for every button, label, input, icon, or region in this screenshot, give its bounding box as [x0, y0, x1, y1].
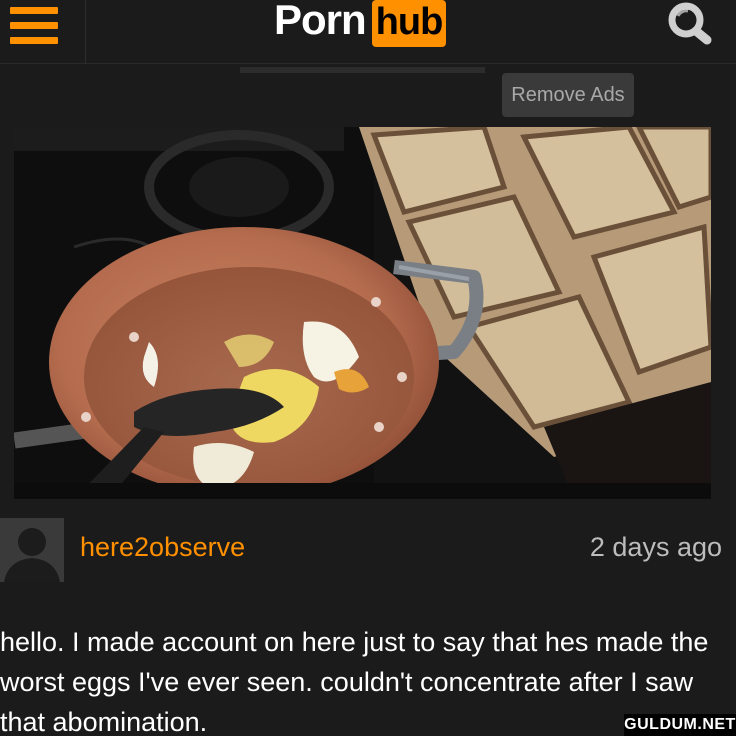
comment-body: hello. I made account on here just to sa…	[0, 627, 709, 736]
default-user-avatar-icon	[0, 518, 64, 582]
video-player[interactable]	[14, 127, 711, 499]
logo-badge: hub	[371, 0, 447, 47]
ad-strip-handle	[240, 67, 485, 73]
logo-word: Porn	[274, 0, 367, 43]
site-logo[interactable]: Porn hub	[274, 0, 447, 50]
video-thumbnail-image	[14, 127, 711, 499]
top-navigation-bar: Porn hub	[0, 0, 736, 64]
search-icon	[668, 2, 712, 45]
menu-button[interactable]	[0, 0, 86, 64]
remove-ads-button[interactable]: Remove Ads	[502, 73, 634, 117]
user-avatar[interactable]	[0, 518, 64, 582]
comment-username[interactable]: here2observe	[80, 530, 245, 564]
search-button[interactable]	[662, 0, 736, 64]
comment-timestamp: 2 days ago	[589, 532, 722, 562]
watermark-logo: GULDUM.NET	[624, 714, 736, 736]
